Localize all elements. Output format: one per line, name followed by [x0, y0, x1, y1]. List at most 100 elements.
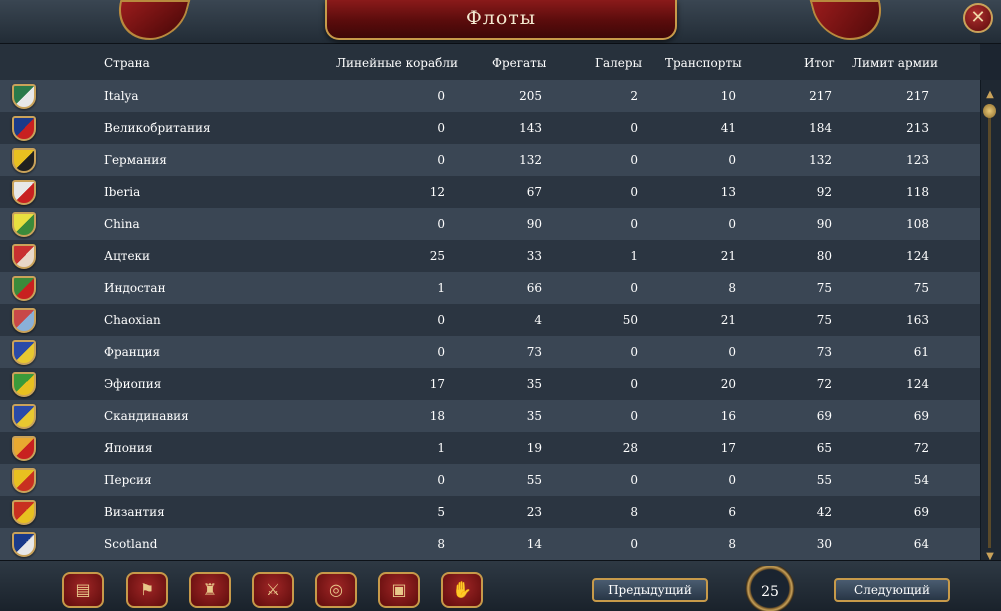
country-shield-icon[interactable]	[12, 180, 36, 205]
country-name: Скандинавия	[104, 409, 189, 423]
country-shield-icon[interactable]	[12, 116, 36, 141]
cell-galleys: 0	[630, 537, 638, 551]
column-header-frigates[interactable]: Фрегаты	[492, 56, 546, 70]
cell-ships-of-line: 25	[429, 249, 445, 263]
country-shield-icon[interactable]	[12, 404, 36, 429]
cell-limit: 64	[913, 537, 929, 551]
country-name: Iberia	[104, 185, 141, 199]
cell-limit: 69	[913, 505, 929, 519]
country-name: Великобритания	[104, 121, 211, 135]
cell-galleys: 0	[630, 185, 638, 199]
title-plaque: Флоты	[325, 0, 677, 40]
next-button[interactable]: Следующий	[834, 578, 950, 602]
cell-ships-of-line: 12	[429, 185, 445, 199]
column-header-country[interactable]: Страна	[104, 56, 150, 70]
cell-transports: 20	[720, 377, 736, 391]
column-header-ships-of-line[interactable]: Линейные корабли	[336, 56, 458, 70]
cell-frigates: 66	[526, 281, 542, 295]
country-shield-icon[interactable]	[12, 500, 36, 525]
country-shield-icon[interactable]	[12, 244, 36, 269]
cell-frigates: 67	[526, 185, 542, 199]
cell-limit: 217	[906, 89, 929, 103]
country-name: China	[104, 217, 140, 231]
country-shield-icon[interactable]	[12, 340, 36, 365]
country-name: Япония	[104, 441, 153, 455]
cell-limit: 124	[906, 249, 929, 263]
cell-total: 30	[816, 537, 832, 551]
crossed-swords-icon[interactable]: ⚔	[252, 572, 294, 608]
table-row[interactable]: Скандинавия 18 35 0 16 69 69	[0, 400, 980, 432]
cell-transports: 13	[720, 185, 736, 199]
table-row[interactable]: Эфиопия 17 35 0 20 72 124	[0, 368, 980, 400]
cell-transports: 8	[728, 281, 736, 295]
country-shield-icon[interactable]	[12, 212, 36, 237]
cell-transports: 0	[728, 153, 736, 167]
cell-limit: 213	[906, 121, 929, 135]
coins-icon[interactable]: ◎	[315, 572, 357, 608]
cell-galleys: 50	[622, 313, 638, 327]
country-name: Византия	[104, 505, 165, 519]
column-header-transports[interactable]: Транспорты	[665, 56, 742, 70]
cell-transports: 21	[720, 249, 736, 263]
handshake-icon[interactable]: ✋	[441, 572, 483, 608]
army-icon[interactable]: ♜	[189, 572, 231, 608]
column-header-galleys[interactable]: Галеры	[595, 56, 642, 70]
cell-transports: 21	[720, 313, 736, 327]
cell-limit: 69	[913, 409, 929, 423]
table-row[interactable]: Византия 5 23 8 6 42 69	[0, 496, 980, 528]
cell-total: 65	[816, 441, 832, 455]
cell-galleys: 0	[630, 217, 638, 231]
country-shield-icon[interactable]	[12, 84, 36, 109]
country-shield-icon[interactable]	[12, 436, 36, 461]
cell-ships-of-line: 0	[437, 89, 445, 103]
scroll-icon[interactable]: ▤	[62, 572, 104, 608]
cell-limit: 54	[913, 473, 929, 487]
cell-ships-of-line: 0	[437, 153, 445, 167]
cell-transports: 6	[728, 505, 736, 519]
cell-frigates: 143	[519, 121, 542, 135]
table-row[interactable]: Scotland 8 14 0 8 30 64	[0, 528, 980, 560]
cell-frigates: 19	[526, 441, 542, 455]
flag-icon[interactable]: ⚑	[126, 572, 168, 608]
scroll-up-icon[interactable]: ▲	[981, 88, 999, 102]
table-row[interactable]: Iberia 12 67 0 13 92 118	[0, 176, 980, 208]
column-header-limit[interactable]: Лимит армии	[852, 56, 938, 70]
country-shield-icon[interactable]	[12, 468, 36, 493]
country-shield-icon[interactable]	[12, 532, 36, 557]
cell-galleys: 0	[630, 345, 638, 359]
scrollbar-thumb[interactable]	[983, 104, 996, 118]
cell-total: 217	[809, 89, 832, 103]
fleet-table: Italya 0 205 2 10 217 217 Великобритания 0 143 0 41…	[0, 80, 980, 560]
table-row[interactable]: Германия 0 132 0 0 132 123	[0, 144, 980, 176]
table-row[interactable]: China 0 90 0 0 90 108	[0, 208, 980, 240]
table-row[interactable]: Франция 0 73 0 0 73 61	[0, 336, 980, 368]
country-name: Индостан	[104, 281, 166, 295]
table-row[interactable]: Япония 1 19 28 17 65 72	[0, 432, 980, 464]
cell-total: 90	[816, 217, 832, 231]
cell-total: 184	[809, 121, 832, 135]
cell-frigates: 35	[526, 409, 542, 423]
country-name: Chaoxian	[104, 313, 161, 327]
cell-ships-of-line: 5	[437, 505, 445, 519]
crate-icon[interactable]: ▣	[378, 572, 420, 608]
table-row[interactable]: Italya 0 205 2 10 217 217	[0, 80, 980, 112]
country-shield-icon[interactable]	[12, 372, 36, 397]
table-row[interactable]: Великобритания 0 143 0 41 184 213	[0, 112, 980, 144]
close-icon[interactable]: ✕	[963, 3, 993, 33]
cell-total: 72	[816, 377, 832, 391]
cell-transports: 8	[728, 537, 736, 551]
table-row[interactable]: Chaoxian 0 4 50 21 75 163	[0, 304, 980, 336]
previous-button[interactable]: Предыдущий	[592, 578, 708, 602]
cell-ships-of-line: 0	[437, 473, 445, 487]
cell-limit: 163	[906, 313, 929, 327]
table-row[interactable]: Персия 0 55 0 0 55 54	[0, 464, 980, 496]
column-header-total[interactable]: Итог	[804, 56, 835, 70]
country-shield-icon[interactable]	[12, 308, 36, 333]
table-row[interactable]: Ацтеки 25 33 1 21 80 124	[0, 240, 980, 272]
table-row[interactable]: Индостан 1 66 0 8 75 75	[0, 272, 980, 304]
cell-galleys: 1	[630, 249, 638, 263]
cell-frigates: 90	[526, 217, 542, 231]
country-name: Ацтеки	[104, 249, 151, 263]
country-shield-icon[interactable]	[12, 276, 36, 301]
country-shield-icon[interactable]	[12, 148, 36, 173]
